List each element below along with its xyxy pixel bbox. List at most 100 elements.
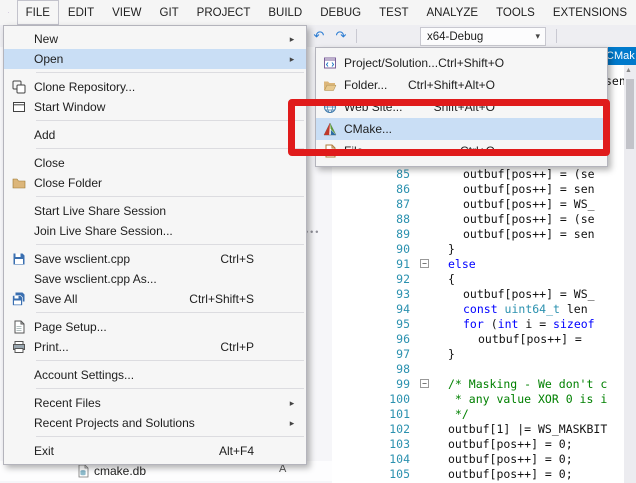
pane-splitter-dots[interactable]: ••• [305,227,320,237]
code-line-94[interactable]: 94const uint64_t len [332,301,624,316]
code-line-89[interactable]: 89outbuf[pos++] = sen [332,226,624,241]
menubar-item-build[interactable]: BUILD [259,0,311,25]
menu-item-cmake[interactable]: CMake... [316,118,607,140]
code-line-99[interactable]: 99−/* Masking - We don't c [332,376,624,391]
code-line-104[interactable]: 104outbuf[pos++] = 0; [332,451,624,466]
menu-item-start-live-share-session[interactable]: Start Live Share Session [4,201,306,221]
code-line-103[interactable]: 103outbuf[pos++] = 0; [332,436,624,451]
code-line-105[interactable]: 105outbuf[pos++] = 0; [332,466,624,481]
menubar-item-analyze[interactable]: ANALYZE [418,0,488,25]
menu-item-project-solution[interactable]: Project/Solution...Ctrl+Shift+O [316,52,607,74]
fold-margin [420,196,433,211]
fold-margin [420,241,433,256]
menu-item-label: Open [34,52,63,66]
code-text: else [433,257,624,271]
menu-item-folder[interactable]: Folder...Ctrl+Shift+Alt+O [316,74,607,96]
code-text: */ [433,407,624,421]
menu-item-label: Start Live Share Session [34,204,166,218]
menu-item-print[interactable]: Print...Ctrl+P [4,337,306,357]
menubar-items: FILEEDITVIEWGITPROJECTBUILDDEBUGTESTANAL… [17,0,636,25]
project-solution-icon [316,56,344,70]
menu-item-add[interactable]: Add▸ [4,125,306,145]
visual-studio-logo-icon [8,3,9,22]
code-line-87[interactable]: 87outbuf[pos++] = WS_ [332,196,624,211]
line-number: 97 [332,347,420,361]
submenu-arrow-icon: ▸ [282,398,302,409]
fold-margin [420,286,433,301]
solution-configuration-dropdown[interactable]: x64-Debug ▾ [420,27,546,46]
menu-item-clone-repository[interactable]: Clone Repository... [4,77,306,97]
line-number: 105 [332,467,420,481]
menu-item-file[interactable]: File...Ctrl+O [316,140,607,162]
menu-item-save-wsclient-cpp[interactable]: Save wsclient.cppCtrl+S [4,249,306,269]
menubar-item-git[interactable]: GIT [151,0,188,25]
menubar-item-tools[interactable]: TOOLS [487,0,544,25]
menu-item-start-window[interactable]: Start Window [4,97,306,117]
menu-item-label: Recent Files [34,396,101,410]
fold-collapse-icon[interactable]: − [420,376,433,391]
menubar-item-extensions[interactable]: EXTENSIONS [544,0,636,25]
redo-icon[interactable]: ↷ [332,28,350,44]
code-line-88[interactable]: 88outbuf[pos++] = (se [332,211,624,226]
menu-item-recent-projects-and-solutions[interactable]: Recent Projects and Solutions▸ [4,413,306,433]
menu-item-account-settings[interactable]: Account Settings... [4,365,306,385]
menu-item-open[interactable]: Open▸ [4,49,306,69]
scrollbar-up-arrow-icon[interactable]: ▲ [625,67,632,74]
line-number: 85 [332,167,420,181]
menubar-item-test[interactable]: TEST [370,0,417,25]
menu-item-join-live-share-session[interactable]: Join Live Share Session... [4,221,306,241]
code-line-101[interactable]: 101 */ [332,406,624,421]
menu-item-save-all[interactable]: Save AllCtrl+Shift+S [4,289,306,309]
menu-separator [36,436,304,437]
editor-scrollbar[interactable]: ▲ [624,65,636,483]
menu-item-label: Add [34,128,55,142]
submenu-arrow-icon: ▸ [282,34,302,45]
menubar-item-project[interactable]: PROJECT [188,0,260,25]
code-line-86[interactable]: 86outbuf[pos++] = sen [332,181,624,196]
menubar-item-file[interactable]: FILE [17,0,59,25]
fold-margin [420,406,433,421]
menu-item-label: Save wsclient.cpp As... [34,272,157,286]
menu-item-shortcut: Ctrl+Shift+S [189,292,282,306]
menubar-item-view[interactable]: VIEW [103,0,150,25]
menu-item-save-wsclient-cpp-as[interactable]: Save wsclient.cpp As... [4,269,306,289]
code-lines: 85outbuf[pos++] = (se86outbuf[pos++] = s… [332,166,624,481]
code-text: outbuf[pos++] = sen [433,182,624,196]
fold-collapse-icon[interactable]: − [420,256,433,271]
code-line-95[interactable]: 95for (int i = sizeof [332,316,624,331]
code-line-92[interactable]: 92{ [332,271,624,286]
line-number: 95 [332,317,420,331]
menubar-item-edit[interactable]: EDIT [59,0,103,25]
line-number: 89 [332,227,420,241]
menu-item-shortcut: Shift+Alt+O [434,100,589,114]
scrollbar-thumb[interactable] [626,79,634,149]
code-line-96[interactable]: 96outbuf[pos++] = [332,331,624,346]
code-line-91[interactable]: 91−else [332,256,624,271]
code-line-93[interactable]: 93outbuf[pos++] = WS_ [332,286,624,301]
menu-item-web-site[interactable]: Web Site...Shift+Alt+O [316,96,607,118]
menu-item-shortcut: Ctrl+Shift+O [438,56,598,70]
code-line-85[interactable]: 85outbuf[pos++] = (se [332,166,624,181]
code-line-102[interactable]: 102outbuf[1] |= WS_MASKBIT [332,421,624,436]
menubar-item-debug[interactable]: DEBUG [311,0,370,25]
code-text: outbuf[pos++] = WS_ [433,287,624,301]
code-line-97[interactable]: 97} [332,346,624,361]
menu-item-page-setup[interactable]: Page Setup... [4,317,306,337]
menu-item-close-folder[interactable]: Close Folder [4,173,306,193]
line-number: 101 [332,407,420,421]
menu-item-recent-files[interactable]: Recent Files ▸ [4,393,306,413]
clone-repository-icon [4,80,34,94]
fold-margin [420,181,433,196]
code-line-98[interactable]: 98 [332,361,624,376]
menu-item-label: File... [344,144,373,158]
menu-item-new[interactable]: New▸ [4,29,306,49]
undo-icon[interactable]: ↶ [310,28,328,44]
open-file-icon [316,144,344,158]
menu-item-close[interactable]: Close [4,153,306,173]
code-line-100[interactable]: 100 * any value XOR 0 is i [332,391,624,406]
code-line-90[interactable]: 90} [332,241,624,256]
code-text: outbuf[1] |= WS_MASKBIT [433,422,624,436]
database-file-icon [76,464,90,478]
menu-item-exit[interactable]: ExitAlt+F4 [4,441,306,461]
fold-margin [420,346,433,361]
